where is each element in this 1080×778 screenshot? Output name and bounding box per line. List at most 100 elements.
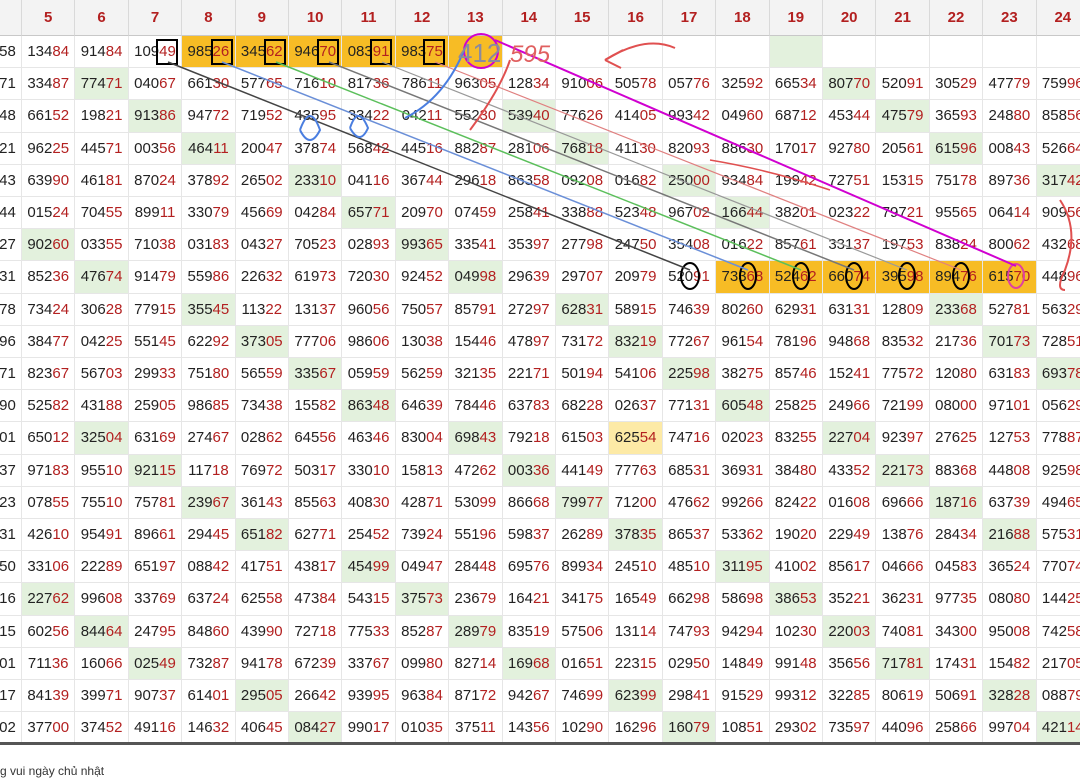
cell-tail-digits: 92	[212, 171, 230, 189]
table-cell: 552 30	[449, 100, 503, 133]
table-cell: 356 56	[823, 647, 877, 680]
table-cell: 841 39	[22, 680, 76, 713]
cell-tail-digits: 31	[693, 461, 710, 479]
table-cell: 598 37	[502, 519, 556, 552]
cell-lead-digits: 306	[80, 300, 106, 318]
cell-lead-digits: 771	[668, 397, 694, 415]
table-cell: 049 98	[449, 261, 503, 294]
cell-tail-digits: 79	[1066, 687, 1080, 705]
cell-tail-digits: 66	[960, 719, 977, 737]
table-cell: 092 08	[556, 164, 610, 197]
table-cell: 848 60	[182, 615, 236, 648]
cell-tail-digits: 62	[265, 429, 283, 447]
cell-lead-digits: 365	[935, 107, 961, 125]
cell-lead-digits: 049	[721, 107, 747, 125]
table-cell: 355 45	[182, 293, 236, 326]
cell-tail-digits: 24	[159, 171, 176, 189]
cell-lead-digits: 955	[935, 204, 961, 222]
cell-lead-digits: 426	[27, 526, 53, 544]
cell-lead-digits: 963	[401, 687, 427, 705]
cell-tail-digits: 70	[319, 43, 337, 61]
cell-lead-digits: 152	[828, 365, 854, 383]
cell-lead-digits: 146	[187, 719, 213, 737]
cell-tail-digits: 24	[212, 590, 230, 608]
cell-tail-digits: 67	[319, 365, 337, 383]
cell-lead-digits: 164	[507, 590, 533, 608]
table-cell: 438 17	[289, 551, 343, 584]
table-cell: 704 55	[75, 197, 129, 230]
cell-tail-digits: 12	[799, 687, 817, 705]
table-cell: 735 97	[823, 712, 877, 745]
cell-tail-digits: 05	[265, 332, 283, 350]
cell-lead-digits: 651	[240, 526, 266, 544]
cell-lead-digits: 672	[294, 654, 320, 672]
cell-tail-digits: 30	[799, 622, 817, 640]
cell-tail-digits: 67	[372, 654, 390, 672]
cell-tail-digits: 42	[212, 558, 230, 576]
table-cell: 042 84	[289, 197, 343, 230]
table-cell: 335 67	[289, 358, 343, 391]
table-cell: 742 58	[1036, 616, 1080, 648]
table-cell: 325 04	[75, 422, 129, 455]
cell-tail-digits: 00	[960, 397, 977, 415]
column-header: 17	[662, 0, 717, 36]
table-cell: 685 31	[662, 454, 717, 487]
cell-lead-digits: 352	[828, 590, 854, 608]
table-cell: 661 52	[22, 100, 76, 133]
cell-tail-digits: 90	[265, 622, 283, 640]
cell-tail-digits: 21	[853, 590, 871, 608]
cell-tail-digits: 09	[906, 300, 924, 318]
cell-lead-digits: 857	[774, 365, 800, 383]
cell-tail-digits: 07	[586, 268, 604, 286]
cell-lead-digits: 311	[722, 558, 746, 576]
table-cell: 711 36	[22, 647, 76, 680]
cell-tail-digits: 16	[159, 719, 176, 737]
cell-lead-digits: 567	[80, 365, 106, 383]
cell-lead-digits: 334	[347, 107, 373, 125]
table-cell: 276 25	[929, 422, 984, 455]
cell-lead-digits: 335	[454, 236, 480, 254]
cell-tail-digits: 43	[1013, 139, 1031, 157]
cell-lead-digits: 439	[240, 622, 266, 640]
cell-tail-digits: 91	[105, 526, 123, 544]
table-cell: 411 30	[609, 132, 663, 165]
cell-tail-digits: 35	[960, 590, 977, 608]
cell-tail-digits: 49	[586, 461, 604, 479]
cell-lead-digits: 170	[774, 139, 800, 157]
cell-tail-digits: 10	[639, 558, 657, 576]
cell-lead-digits: 775	[347, 622, 373, 640]
table-cell: 857 91	[449, 293, 503, 326]
cell-lead-digits: 217	[935, 332, 961, 350]
cell-tail-digits: 27	[319, 719, 337, 737]
cell-tail-digits: 65	[426, 236, 443, 254]
table-cell: 986 85	[182, 390, 236, 423]
cell-tail-digits: 18	[532, 429, 550, 447]
table-cell: 533 62	[716, 519, 770, 552]
cell-lead-digits: 258	[507, 204, 533, 222]
table-cell: 445 71	[75, 132, 129, 165]
table-cell: 448 96	[1036, 261, 1080, 294]
cell-lead-digits: 894	[935, 268, 961, 286]
cell-lead-digits: 138	[881, 526, 907, 544]
footer-caption: g vui ngày chủ nhật	[0, 764, 105, 778]
table-cell: 662 98	[662, 583, 717, 616]
cell-tail-digits: 97	[532, 236, 550, 254]
table-cell: 117 18	[182, 454, 236, 487]
cell-lead-digits: 476	[668, 493, 694, 511]
cell-lead-digits: 353	[507, 236, 533, 254]
cell-lead-digits: 589	[614, 300, 640, 318]
cell-tail-digits: 21	[105, 107, 123, 125]
table-cell: 476 62	[662, 486, 717, 519]
cell-lead-digits: 734	[27, 300, 53, 318]
column-header: 11	[342, 0, 396, 36]
table-cell: 696 66	[876, 486, 930, 519]
cell-lead-digits: 977	[935, 590, 961, 608]
cell-tail-digits: 53	[799, 590, 817, 608]
cell-lead-digits: 924	[401, 268, 427, 286]
cell-lead-digits: 272	[507, 300, 533, 318]
table-cell: 946 70	[289, 36, 343, 69]
cell-tail-digits: 51	[853, 171, 871, 189]
cell-tail-digits: 87	[426, 622, 443, 640]
cell-tail-digits: 97	[853, 719, 871, 737]
table-cell	[1036, 36, 1080, 69]
